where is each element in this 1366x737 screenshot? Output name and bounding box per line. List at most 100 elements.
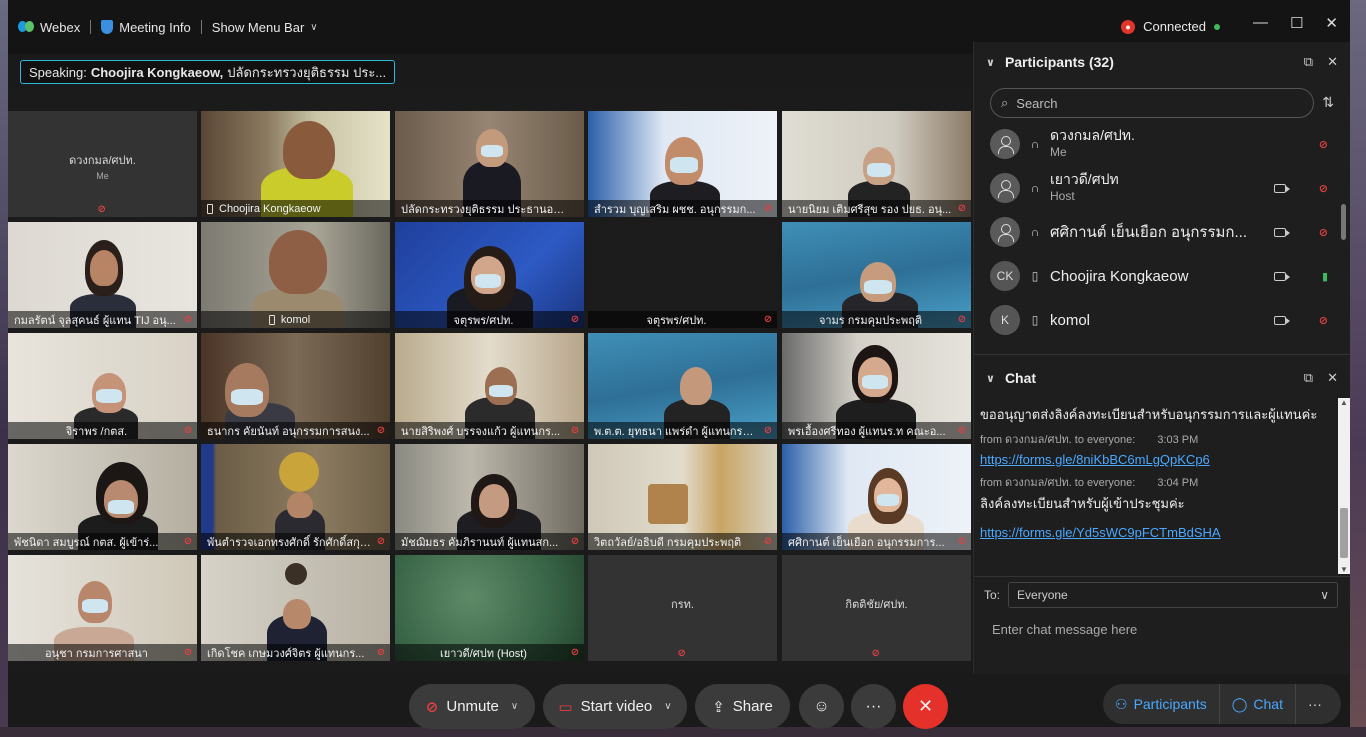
connection-status-label: Connected <box>1143 19 1206 34</box>
mic-muted-icon <box>763 314 773 325</box>
speaking-rest: ปลัดกระทรวงยุติธรรม ประ... <box>227 64 387 80</box>
chat-toggle-button[interactable]: ◯ Chat <box>1218 684 1295 724</box>
mic-muted-icon[interactable] <box>1319 138 1328 151</box>
close-icon[interactable]: ✕ <box>1327 370 1338 386</box>
webex-menu[interactable]: Webex <box>8 20 90 35</box>
avatar <box>990 217 1020 247</box>
mic-muted-icon <box>376 647 386 658</box>
video-tile[interactable]: จิราพร /กตส. <box>8 333 197 439</box>
connection-status[interactable]: ● Connected <box>1121 19 1220 34</box>
video-tile[interactable]: ธนากร คัยนันท์ อนุกรรมการสนง... <box>201 333 390 439</box>
chat-input[interactable]: Enter chat message here <box>992 622 1137 637</box>
chat-link[interactable]: https://forms.gle/Yd5sWC9pFCTmBdSHA <box>980 525 1336 540</box>
video-tile[interactable]: เยาวดี/ศปท (Host) <box>395 555 584 661</box>
video-tile[interactable]: นายนิยม เติมศรีสุข รอง ปยธ. อนุ... <box>782 111 971 217</box>
sort-icon[interactable]: ⇅ <box>1322 94 1334 111</box>
participant-search-input[interactable]: ⌕ Search <box>990 88 1314 118</box>
mic-muted-icon <box>957 314 967 325</box>
video-tile[interactable]: อนุชา กรมการศาสนา <box>8 555 197 661</box>
chat-link[interactable]: https://forms.gle/8niKbBC6mLgQpKCp6 <box>980 452 1336 467</box>
video-tile[interactable]: พันตำรวจเอกทรงศักดิ์ รักศักดิ์สกุล ผู้อ.… <box>201 444 390 550</box>
leave-meeting-button[interactable]: ✕ <box>903 684 948 729</box>
participants-toggle-button[interactable]: ⚇ Participants <box>1103 684 1219 724</box>
scroll-thumb[interactable] <box>1340 508 1348 558</box>
video-tile[interactable]: สำรวม บุญเสริม ผชช. อนุกรรมก... <box>588 111 777 217</box>
mic-muted-icon <box>570 536 580 547</box>
scroll-up-icon[interactable]: ▲ <box>1338 398 1350 407</box>
video-tile[interactable]: มัชฌิมธร คัมภิรานนท์ ผู้แทนสก... <box>395 444 584 550</box>
show-menu-bar-button[interactable]: Show Menu Bar ∨ <box>202 20 328 35</box>
participant-row[interactable]: ∩ ศศิกานต์ เย็นเยือก อนุกรรมก... <box>974 210 1350 254</box>
tile-label: สำรวม บุญเสริม ผชช. อนุกรรมก... <box>588 200 777 217</box>
participant-row[interactable]: ∩ เยาวดี/ศปท Host <box>974 166 1350 210</box>
search-icon: ⌕ <box>1001 95 1009 110</box>
avatar: K <box>990 305 1020 335</box>
share-icon: ⇪ <box>712 698 725 716</box>
scroll-down-icon[interactable]: ▼ <box>1338 565 1350 574</box>
more-options-button[interactable]: ··· <box>851 684 896 729</box>
tile-label: พันตำรวจเอกทรงศักดิ์ รักศักดิ์สกุล ผู้อ.… <box>201 533 390 550</box>
video-tile[interactable]: พัชนิดา สมบูรณ์ กตส. ผู้เข้าร่... <box>8 444 197 550</box>
collapse-chevron-icon[interactable]: ∨ <box>986 372 995 385</box>
reactions-button[interactable]: ☺ <box>799 684 844 729</box>
video-tile[interactable]: เกิดโชค เกษมวงศ์จิตร ผู้แทนกร... <box>201 555 390 661</box>
close-icon: ✕ <box>917 696 934 716</box>
video-tile[interactable]: นายสิริพงศ์ บรรจงแก้ว ผู้แทนกร... <box>395 333 584 439</box>
start-video-button[interactable]: ▭ Start video ∨ <box>543 684 687 729</box>
video-tile[interactable]: กิตติชัย/ศปท. <box>782 555 971 661</box>
chevron-down-icon[interactable]: ∨ <box>664 701 671 712</box>
close-icon[interactable]: ✕ <box>1325 14 1338 32</box>
video-tile[interactable]: จตุรพร/ศปท. <box>588 222 777 328</box>
more-panels-button[interactable]: ··· <box>1294 684 1334 724</box>
minimize-icon[interactable]: — <box>1253 14 1268 32</box>
chat-recipient-row: To: Everyone ∨ <box>984 582 1339 608</box>
headset-icon: ∩ <box>1030 181 1040 195</box>
chat-message: ลิงค์ลงทะเบียนสำหรับผู้เข้าประชุมค่ะ <box>980 496 1185 511</box>
video-tile-active-speaker[interactable]: ปลัดกระทรวงยุติธรรม ประธานอนุกรรม... <box>395 111 584 217</box>
share-button[interactable]: ⇪ Share <box>695 684 790 729</box>
video-tile[interactable]: ศศิกานต์ เย็นเยือก อนุกรรมการ... <box>782 444 971 550</box>
video-tile[interactable]: กมลรัตน์ จุลสุคนธ์ ผู้แทน TIJ อนุ... <box>8 222 197 328</box>
video-tile[interactable]: komol <box>201 222 390 328</box>
close-icon[interactable]: ✕ <box>1327 54 1338 70</box>
maximize-icon[interactable]: ☐ <box>1290 14 1303 32</box>
video-tile[interactable]: กรท. <box>588 555 777 661</box>
video-tile[interactable]: พรเอื้องศรีทอง ผู้แทนร.ท คณะอ... <box>782 333 971 439</box>
chevron-down-icon[interactable]: ∨ <box>511 701 518 712</box>
video-tile[interactable]: วิตถวัลย์/อธิบดี กรมคุมประพฤติ <box>588 444 777 550</box>
video-tile[interactable]: Choojira Kongkaeow <box>201 111 390 217</box>
participant-name: ดวงกมล/ศปท. <box>1050 127 1135 143</box>
side-panel: ∨ Participants (32) ⧉ ✕ ⌕ Search ⇅ ∩ ดวงก… <box>973 42 1350 674</box>
mic-muted-icon[interactable] <box>1319 314 1328 327</box>
participants-header: ∨ Participants (32) ⧉ ✕ <box>974 42 1350 82</box>
chat-scrollbar[interactable]: ▲ ▼ <box>1338 398 1350 574</box>
camera-icon <box>1274 271 1290 281</box>
connected-dot-icon <box>1214 23 1220 30</box>
video-tile[interactable]: จตุรพร/ศปท. <box>395 222 584 328</box>
headset-icon: ∩ <box>1030 225 1040 239</box>
participant-scrollbar[interactable] <box>1341 204 1346 240</box>
participant-row[interactable]: K ▯ komol <box>974 298 1350 342</box>
pop-out-icon[interactable]: ⧉ <box>1304 54 1313 70</box>
mic-muted-icon <box>872 648 880 659</box>
tile-label: Choojira Kongkaeow <box>201 200 390 217</box>
collapse-chevron-icon[interactable]: ∨ <box>986 56 995 69</box>
meeting-info-button[interactable]: Meeting Info <box>91 20 201 35</box>
participant-row[interactable]: ∩ ดวงกมล/ศปท. Me <box>974 122 1350 166</box>
phone-icon <box>207 203 213 214</box>
avatar: CK <box>990 261 1020 291</box>
video-tile[interactable]: ดวงกมล/ศปท. Me <box>8 111 197 217</box>
pop-out-icon[interactable]: ⧉ <box>1304 370 1313 386</box>
tile-label: จามร กรมคุมประพฤติ <box>782 311 971 328</box>
mic-muted-icon[interactable] <box>1319 182 1328 195</box>
video-tile[interactable]: พ.ต.ต. ยุทธนา แพร่ดำ ผู้แทนกรมคุ้มค... <box>588 333 777 439</box>
unmute-button[interactable]: ⊘ Unmute ∨ <box>409 684 535 729</box>
mic-muted-icon <box>678 648 686 659</box>
chat-recipient-select[interactable]: Everyone ∨ <box>1008 582 1339 608</box>
chat-toggle-label: Chat <box>1253 696 1283 712</box>
video-tile[interactable]: จามร กรมคุมประพฤติ <box>782 222 971 328</box>
mic-muted-icon[interactable] <box>1319 226 1328 239</box>
mic-muted-icon <box>98 204 106 215</box>
mic-on-icon[interactable] <box>1322 270 1328 283</box>
participant-row[interactable]: CK ▯ Choojira Kongkaeow <box>974 254 1350 298</box>
